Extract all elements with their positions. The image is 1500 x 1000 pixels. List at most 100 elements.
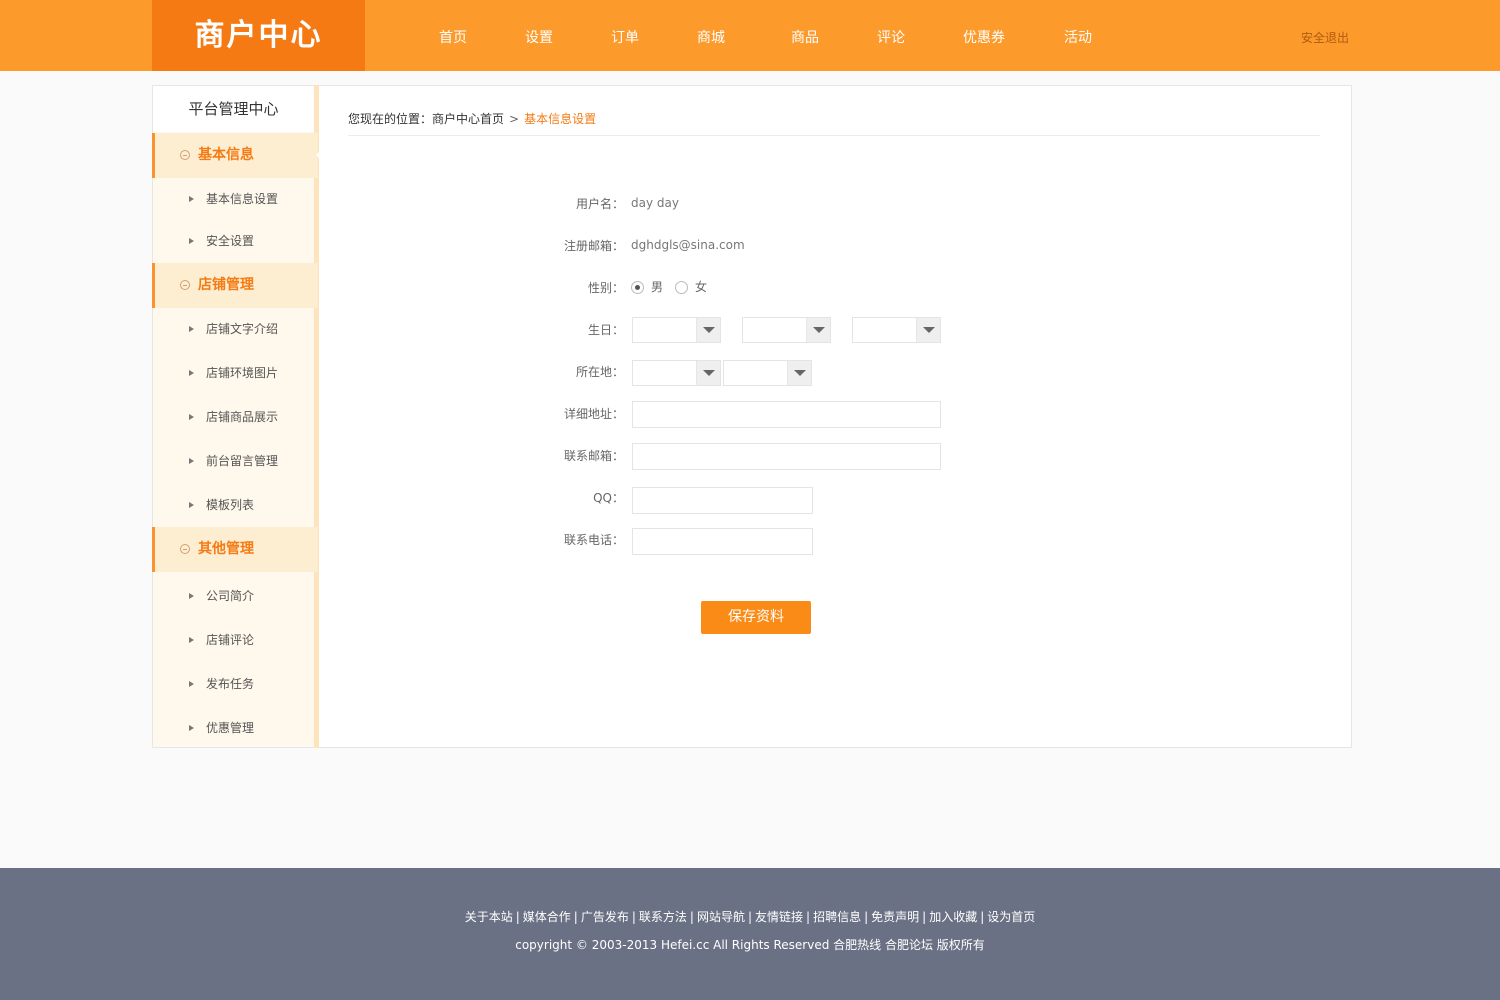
- email-label: 注册邮箱：: [563, 239, 624, 253]
- contact-email-label: 联系邮箱：: [563, 449, 624, 463]
- gender-female-radio[interactable]: [675, 281, 688, 294]
- footer-links: 关于本站 | 媒体合作 | 广告发布 | 联系方法 | 网站导航 | 友情链接 | 招聘信息 | 免责声明 |…: [0, 909, 1500, 925]
- breadcrumb: 您现在的位置：商户中心首页 > 基本信息设置: [348, 111, 596, 127]
- sidebar-title: 平台管理中心: [153, 86, 314, 132]
- breadcrumb-prefix: 您现在的位置：: [348, 112, 433, 126]
- sidebar-section-label: 其他管理: [198, 541, 254, 557]
- sidebar-divider: [314, 85, 319, 748]
- footer-separator: |: [689, 910, 694, 924]
- sidebar-section-label: 店铺管理: [198, 277, 254, 293]
- footer-link-sitemap[interactable]: 网站导航: [697, 910, 745, 924]
- nav-settings[interactable]: 设置: [525, 28, 553, 48]
- contact-email-input[interactable]: [632, 443, 941, 470]
- username-value: day day: [631, 196, 679, 210]
- sidebar-item-security[interactable]: 安全设置: [189, 232, 254, 250]
- chevron-down-icon: [696, 318, 720, 342]
- sidebar-item-publish-task[interactable]: 发布任务: [189, 675, 254, 693]
- arrow-right-icon: [189, 637, 194, 643]
- city-select[interactable]: [723, 360, 812, 386]
- sidebar-item-shop-intro[interactable]: 店铺文字介绍: [189, 320, 278, 338]
- arrow-right-icon: [189, 326, 194, 332]
- nav-orders[interactable]: 订单: [611, 28, 639, 48]
- gender-female-label: 女: [695, 280, 708, 294]
- birthday-month-select[interactable]: [742, 317, 831, 343]
- logout-link[interactable]: 安全退出: [1301, 30, 1349, 46]
- sidebar-item-templates[interactable]: 模板列表: [189, 496, 254, 514]
- footer-link-about[interactable]: 关于本站: [465, 910, 513, 924]
- address-input[interactable]: [632, 401, 941, 428]
- footer-link-disclaimer[interactable]: 免责声明: [871, 910, 919, 924]
- chevron-down-icon: [916, 318, 940, 342]
- birthday-year-select[interactable]: [632, 317, 721, 343]
- footer-separator: |: [864, 910, 869, 924]
- qq-label: QQ：: [593, 491, 624, 505]
- chevron-down-icon: [787, 361, 811, 385]
- phone-label: 联系电话：: [563, 533, 624, 547]
- sidebar-item-basic-settings[interactable]: 基本信息设置: [189, 190, 278, 208]
- footer-link-media[interactable]: 媒体合作: [523, 910, 571, 924]
- address-label: 详细地址：: [563, 407, 624, 421]
- footer-separator: |: [922, 910, 927, 924]
- nav-reviews[interactable]: 评论: [877, 28, 905, 48]
- arrow-right-icon: [189, 681, 194, 687]
- footer-link-jobs[interactable]: 招聘信息: [813, 910, 861, 924]
- arrow-right-icon: [189, 593, 194, 599]
- nav-coupons[interactable]: 优惠券: [963, 28, 1005, 48]
- footer-link-contact[interactable]: 联系方法: [639, 910, 687, 924]
- birthday-day-select[interactable]: [852, 317, 941, 343]
- username-label: 用户名：: [575, 197, 624, 211]
- arrow-right-icon: [189, 414, 194, 420]
- sidebar-item-coupon-management[interactable]: 优惠管理: [189, 719, 254, 737]
- footer-separator: |: [806, 910, 811, 924]
- location-label: 所在地：: [575, 365, 624, 379]
- sidebar-section-label: 基本信息: [198, 147, 254, 163]
- email-value: dghdgls@sina.com: [631, 238, 745, 252]
- breadcrumb-home-link[interactable]: 商户中心首页: [432, 112, 504, 126]
- footer-separator: |: [980, 910, 985, 924]
- footer-separator: |: [573, 910, 578, 924]
- save-button[interactable]: 保存资料: [701, 601, 811, 634]
- gender-label: 性别：: [587, 281, 624, 295]
- footer-separator: |: [631, 910, 636, 924]
- arrow-right-icon: [189, 725, 194, 731]
- footer-separator: |: [515, 910, 520, 924]
- sidebar-item-shop-reviews[interactable]: 店铺评论: [189, 631, 254, 649]
- arrow-right-icon: [189, 458, 194, 464]
- footer-link-friends[interactable]: 友情链接: [755, 910, 803, 924]
- nav-mall[interactable]: 商城: [697, 28, 725, 48]
- chevron-down-icon: [696, 361, 720, 385]
- footer-link-bookmark[interactable]: 加入收藏: [929, 910, 977, 924]
- site-logo[interactable]: 商户中心: [152, 0, 365, 71]
- copyright-text: copyright © 2003-2013 Hefei.cc All Right…: [515, 938, 985, 952]
- footer: [0, 868, 1500, 1000]
- footer-link-homepage[interactable]: 设为首页: [987, 910, 1035, 924]
- birthday-label: 生日：: [587, 323, 624, 337]
- arrow-right-icon: [189, 196, 194, 202]
- province-select[interactable]: [632, 360, 721, 386]
- nav-activities[interactable]: 活动: [1064, 28, 1092, 48]
- nav-products[interactable]: 商品: [791, 28, 819, 48]
- sidebar-item-messages[interactable]: 前台留言管理: [189, 452, 278, 470]
- arrow-right-icon: [189, 238, 194, 244]
- footer-separator: |: [747, 910, 753, 924]
- arrow-right-icon: [189, 370, 194, 376]
- arrow-right-icon: [189, 502, 194, 508]
- breadcrumb-divider: [348, 135, 1320, 136]
- collapse-icon: [180, 150, 190, 160]
- breadcrumb-current: 基本信息设置: [524, 112, 597, 126]
- collapse-icon: [180, 280, 190, 290]
- nav-home[interactable]: 首页: [439, 28, 467, 48]
- sidebar-section-basic-info[interactable]: 基本信息: [152, 133, 323, 178]
- chevron-down-icon: [806, 318, 830, 342]
- qq-input[interactable]: [632, 487, 813, 514]
- footer-link-ads[interactable]: 广告发布: [581, 910, 629, 924]
- sidebar-item-shop-photos[interactable]: 店铺环境图片: [189, 364, 278, 382]
- phone-input[interactable]: [632, 528, 813, 555]
- breadcrumb-separator: >: [509, 112, 520, 126]
- sidebar-item-shop-products[interactable]: 店铺商品展示: [189, 408, 278, 426]
- sidebar-item-company-intro[interactable]: 公司简介: [189, 587, 254, 605]
- gender-male-label: 男: [651, 280, 664, 294]
- sidebar-section-shop-management[interactable]: 店铺管理: [152, 263, 318, 308]
- gender-male-radio[interactable]: [631, 281, 644, 294]
- sidebar-section-other[interactable]: 其他管理: [152, 527, 318, 572]
